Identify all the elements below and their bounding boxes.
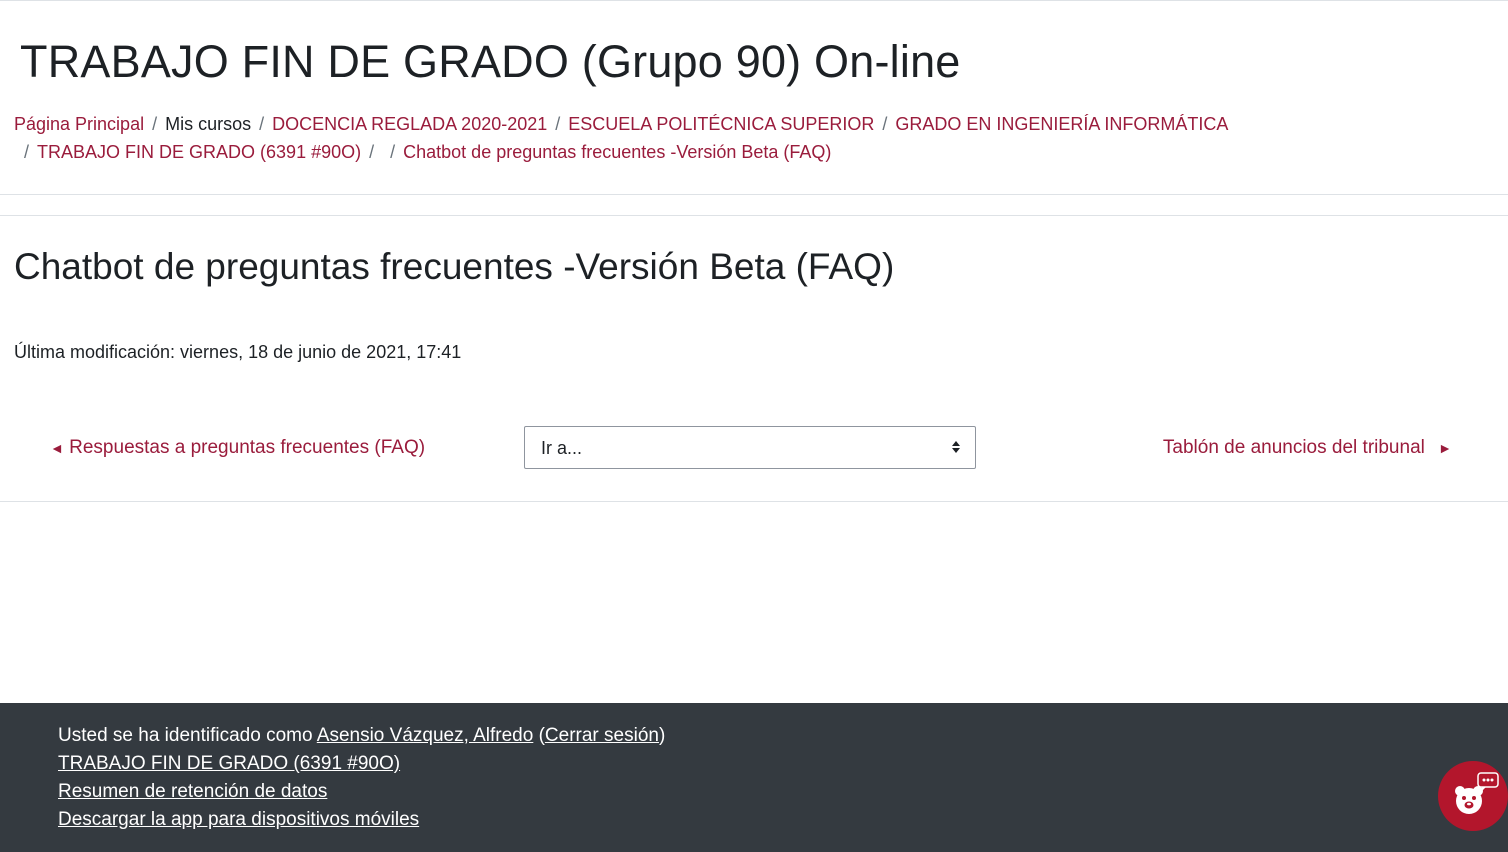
- right-arrow-icon: ►: [1438, 439, 1452, 456]
- breadcrumb-separator: /: [259, 114, 265, 134]
- breadcrumb-home[interactable]: Página Principal: [14, 114, 144, 134]
- content-divider: [0, 215, 1508, 216]
- breadcrumb: Página Principal / Mis cursos / DOCENCIA REG…: [14, 110, 1314, 166]
- user-profile-link[interactable]: Asensio Vázquez, Alfredo: [317, 725, 534, 746]
- prev-activity-link[interactable]: ◄ Respuestas a preguntas frecuentes (FAQ…: [50, 437, 425, 459]
- footer-app-line: Descargar la app para dispositivos móvil…: [58, 809, 419, 831]
- breadcrumb-separator: /: [369, 142, 375, 162]
- breadcrumb-separator: /: [24, 142, 30, 162]
- activity-nav-divider: [0, 501, 1508, 502]
- footer-retention-line: Resumen de retención de datos: [58, 781, 327, 803]
- breadcrumb-docencia[interactable]: DOCENCIA REGLADA 2020-2021: [272, 114, 547, 134]
- footer-course-link[interactable]: TRABAJO FIN DE GRADO (6391 #90O): [58, 753, 400, 774]
- footer-course-line: TRABAJO FIN DE GRADO (6391 #90O): [58, 753, 400, 775]
- chatbot-launcher-button[interactable]: [1438, 761, 1508, 831]
- course-title: TRABAJO FIN DE GRADO (Grupo 90) On-line: [20, 36, 961, 87]
- left-arrow-icon: ◄: [50, 439, 64, 456]
- breadcrumb-my-courses: Mis cursos: [165, 114, 252, 134]
- next-activity-label: Tablón de anuncios del tribunal: [1162, 437, 1425, 458]
- breadcrumb-course[interactable]: TRABAJO FIN DE GRADO (6391 #90O): [37, 142, 361, 162]
- prev-activity-label: Respuestas a preguntas frecuentes (FAQ): [69, 437, 426, 458]
- page-heading: Chatbot de preguntas frecuentes -Versión…: [14, 246, 895, 287]
- breadcrumb-separator: /: [390, 142, 396, 162]
- breadcrumb-separator: /: [882, 114, 888, 134]
- data-retention-link[interactable]: Resumen de retención de datos: [58, 781, 327, 802]
- breadcrumb-grado[interactable]: GRADO EN INGENIERÍA INFORMÁTICA: [895, 114, 1228, 134]
- login-prefix: Usted se ha identificado como: [58, 725, 313, 746]
- breadcrumb-current-page[interactable]: Chatbot de preguntas frecuentes -Versión…: [403, 142, 831, 162]
- login-info: Usted se ha identificado como Asensio Vá…: [58, 725, 665, 747]
- top-divider: [0, 0, 1508, 1]
- breadcrumb-separator: /: [152, 114, 158, 134]
- chatbot-bear-icon: [1455, 772, 1499, 814]
- last-modified: Última modificación: viernes, 18 de juni…: [14, 342, 462, 362]
- logout-close-paren: ): [658, 725, 666, 746]
- breadcrumb-escuela[interactable]: ESCUELA POLITÉCNICA SUPERIOR: [568, 114, 874, 134]
- mobile-app-link[interactable]: Descargar la app para dispositivos móvil…: [58, 809, 419, 830]
- breadcrumb-separator: /: [555, 114, 561, 134]
- jump-to-select[interactable]: Ir a...: [524, 426, 976, 469]
- next-activity-link[interactable]: Tablón de anuncios del tribunal ►: [1163, 437, 1452, 459]
- header-divider: [0, 194, 1508, 195]
- jump-to-value: Ir a...: [541, 438, 583, 458]
- logout-link[interactable]: Cerrar sesión: [545, 725, 659, 746]
- select-caret-icon: [952, 441, 960, 453]
- page-footer: Usted se ha identificado como Asensio Vá…: [0, 703, 1508, 852]
